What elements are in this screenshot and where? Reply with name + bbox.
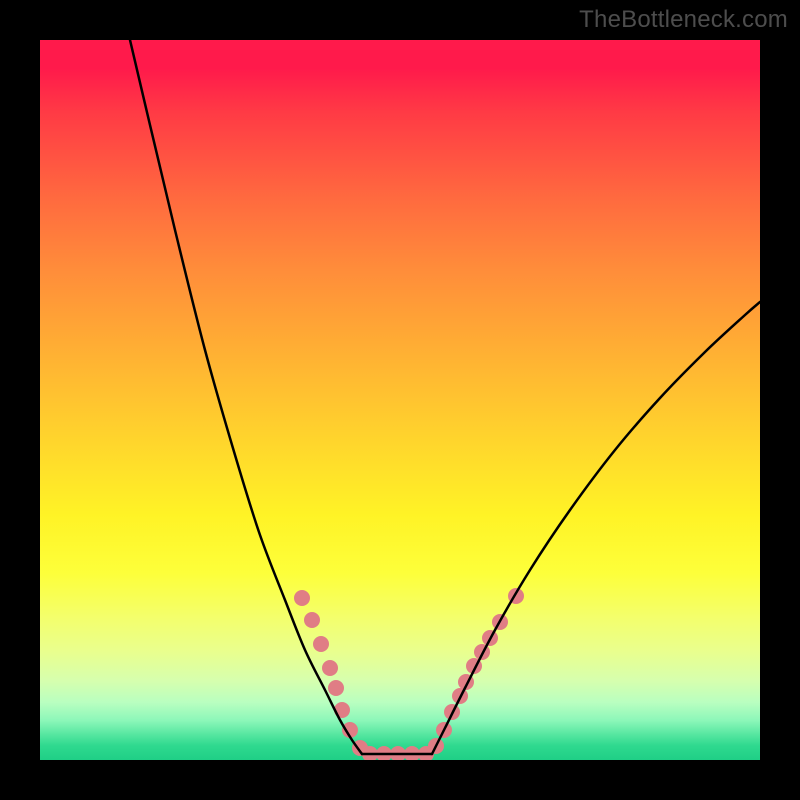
data-marker (328, 680, 344, 696)
data-marker (304, 612, 320, 628)
chart-frame: TheBottleneck.com (0, 0, 800, 800)
data-marker (322, 660, 338, 676)
curve-right-curve (432, 302, 760, 754)
data-markers (294, 588, 524, 760)
curve-lines (130, 40, 760, 754)
data-marker (294, 590, 310, 606)
curve-layer (40, 40, 760, 760)
data-marker (313, 636, 329, 652)
plot-area (40, 40, 760, 760)
watermark-text: TheBottleneck.com (579, 6, 788, 34)
